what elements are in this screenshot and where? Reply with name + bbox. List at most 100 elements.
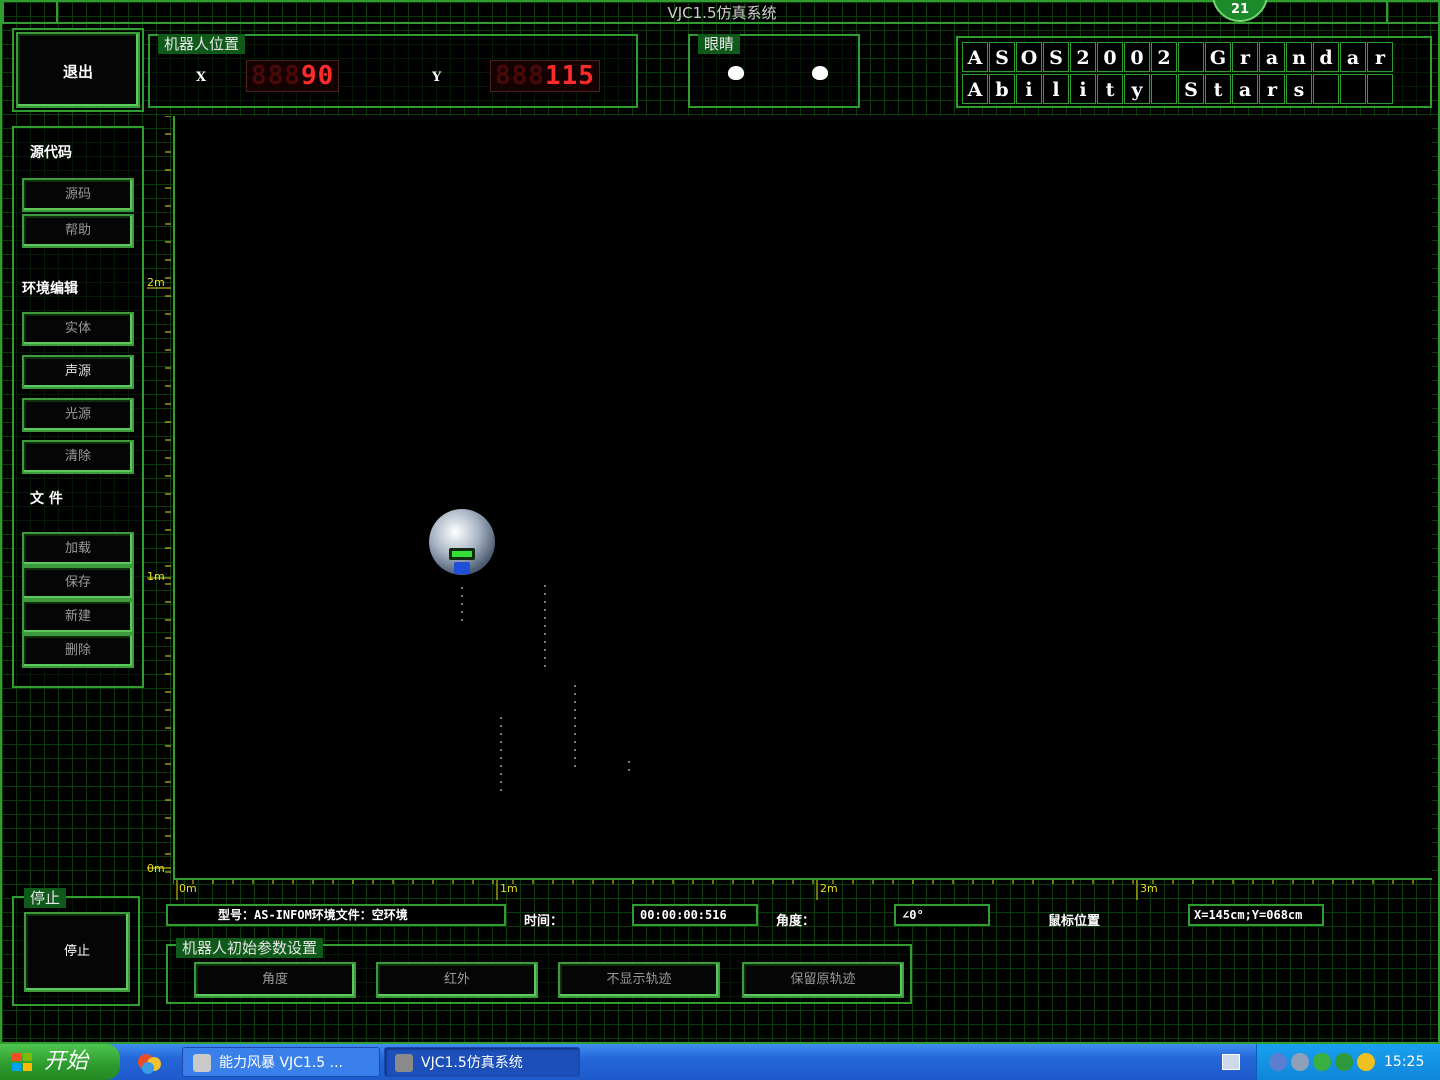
sound-source-button[interactable]: 声源 [22,355,134,389]
clock: 15:25 [1384,1054,1425,1070]
robot-app-icon [193,1054,211,1072]
y-readout: 888115 [490,60,600,92]
hruler-label-2m: 2m [820,882,838,895]
window-corner-left [2,2,58,24]
aso-board-cell: S [1043,42,1069,72]
aso-board-cell: S [989,42,1015,72]
simulator-app-icon [395,1054,413,1072]
aso-board-cell: G [1205,42,1231,72]
trail-dot [500,749,502,751]
aso-board-cell: 0 [1097,42,1123,72]
aso-board: ASOS2002GrandarAbilityStars [956,36,1432,108]
aso-board-cell: r [1232,42,1258,72]
source-code-button[interactable]: 源码 [22,178,134,212]
robot-position-title: 机器人位置 [158,34,246,54]
new-button[interactable]: 新建 [22,600,134,634]
trail-dot [500,765,502,767]
robot[interactable] [429,506,495,580]
shield-icon[interactable] [1335,1053,1353,1071]
exit-button[interactable]: 退出 [16,32,140,108]
volume-icon[interactable] [1291,1053,1309,1071]
clear-button[interactable]: 清除 [22,440,134,474]
taskbar: 开始 能力风暴 VJC1.5 ... VJC1.5仿真系统 15:25 [0,1044,1440,1080]
trail-dot [461,595,463,597]
stop-title: 停止 [24,888,67,908]
x-readout-ghost: 888 [251,61,301,91]
taskbar-item-label: VJC1.5仿真系统 [421,1055,523,1071]
keyboard-icon[interactable] [1222,1054,1240,1070]
start-button[interactable]: 开始 [0,1044,120,1080]
security-icon[interactable] [1313,1053,1331,1071]
trail-dot [574,693,576,695]
aso-board-cell: b [989,74,1015,104]
aso-board-cell: i [1070,74,1096,104]
model-env-info: 型号：AS-INFOM环境文件：空环境 [166,904,506,926]
angle-label: 角度： [776,914,816,929]
angle-setting-button[interactable]: 角度 [194,962,356,998]
update-icon[interactable] [1357,1053,1375,1071]
aso-board-cell [1313,74,1339,104]
stop-button[interactable]: 停止 [24,912,130,992]
trail-dot [544,593,546,595]
aso-board-cell: t [1097,74,1123,104]
eyes-panel: 眼睛 [688,34,860,108]
robot-position-panel: 机器人位置 X 88890 Y 888115 [148,34,638,108]
aso-board-cell [1367,74,1393,104]
quick-launch-icon [138,1054,161,1074]
trail-dot [500,725,502,727]
quick-launch[interactable] [134,1050,166,1076]
aso-board-cell: i [1016,74,1042,104]
infrared-setting-button[interactable]: 红外 [376,962,538,998]
time-label: 时间： [524,914,564,929]
trail-dot [544,601,546,603]
trail-dot [574,725,576,727]
eyes-title: 眼睛 [698,34,741,54]
angle-value: ∠0° [894,904,990,926]
trail-dot [461,611,463,613]
save-button[interactable]: 保存 [22,566,134,600]
window-corner-right [1386,2,1440,24]
trail-dot [544,633,546,635]
hide-trail-button[interactable]: 不显示轨迹 [558,962,720,998]
vruler-label-0m: 0m [147,862,165,875]
trail-dot [544,641,546,643]
aso-board-cell: A [962,74,988,104]
light-source-button[interactable]: 光源 [22,398,134,432]
taskbar-item-simulator[interactable]: VJC1.5仿真系统 [384,1047,580,1077]
entity-button[interactable]: 实体 [22,312,134,346]
vertical-ruler-ticks [147,115,171,873]
simulator-window: VJC1.5仿真系统 21 退出 机器人位置 X 88890 Y 888115 … [0,0,1440,1044]
aso-board-cell: 0 [1124,42,1150,72]
x-label: X [196,70,207,85]
aso-board-cell: r [1259,74,1285,104]
delete-button[interactable]: 删除 [22,634,134,668]
network-icon[interactable] [1269,1053,1287,1071]
taskbar-item-vjc-editor[interactable]: 能力风暴 VJC1.5 ... [182,1047,380,1077]
aso-board-cell: O [1016,42,1042,72]
aso-board-cell: a [1340,42,1366,72]
aso-board-cell: y [1124,74,1150,104]
simulation-field[interactable] [173,116,1432,878]
aso-board-cell: a [1232,74,1258,104]
help-button[interactable]: 帮助 [22,214,134,248]
x-readout-value: 90 [300,61,335,91]
load-button[interactable]: 加载 [22,532,134,566]
trail-dot [574,749,576,751]
y-readout-value: 115 [544,61,595,91]
trail-dot [500,733,502,735]
time-value: 00:00:00:516 [632,904,758,926]
aso-board-cell: n [1286,42,1312,72]
trail-dot [544,649,546,651]
aso-board-cell: a [1259,42,1285,72]
init-params-title: 机器人初始参数设置 [176,938,324,958]
trail-dot [461,603,463,605]
trail-dot [544,625,546,627]
x-readout: 88890 [246,60,340,92]
trail-dot [574,709,576,711]
trail-dot [574,765,576,767]
trail-dot [500,789,502,791]
env-section-label: 环境编辑 [22,281,78,297]
keep-trail-button[interactable]: 保留原轨迹 [742,962,904,998]
source-section-label: 源代码 [30,145,72,161]
trail-dot [500,741,502,743]
